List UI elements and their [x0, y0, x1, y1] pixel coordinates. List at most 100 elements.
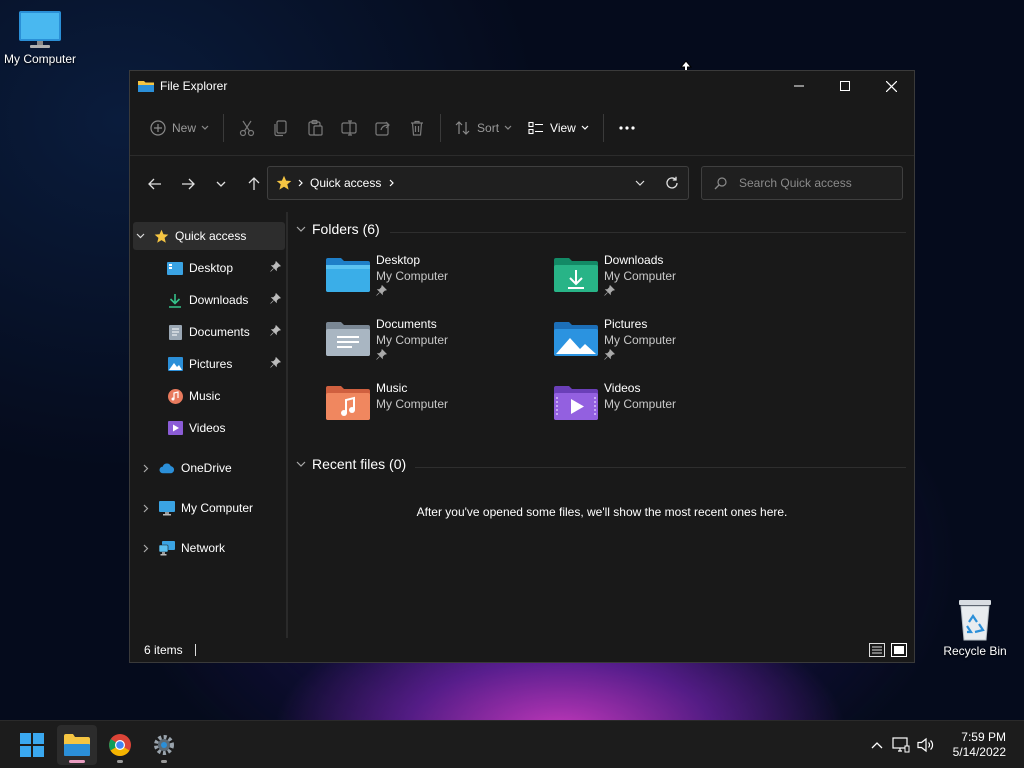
search-icon — [714, 176, 727, 189]
nav-item-label: Pictures — [189, 357, 233, 371]
nav-item-onedrive[interactable]: OneDrive — [139, 454, 285, 482]
details-view-icon — [869, 643, 885, 657]
breadcrumb-separator-icon — [298, 179, 303, 187]
video-icon — [167, 421, 183, 435]
more-options-button[interactable] — [610, 112, 644, 144]
desktop-icon-recycle-bin[interactable]: Recycle Bin — [935, 596, 1015, 658]
back-button[interactable] — [140, 169, 170, 199]
folder-tile-downloads[interactable]: Downloads My Computer — [554, 253, 764, 313]
folder-location: My Computer — [376, 333, 449, 347]
forward-button[interactable] — [173, 169, 203, 199]
refresh-icon — [666, 176, 678, 189]
star-icon — [154, 229, 168, 243]
recycle-bin-icon — [959, 600, 991, 641]
breadcrumb-quick-access[interactable]: Quick access — [310, 176, 381, 190]
nav-item-network[interactable]: Network — [139, 534, 285, 562]
documents-folder-icon — [326, 322, 370, 356]
folder-tile-documents[interactable]: Documents My Computer — [326, 317, 536, 377]
network-status-button[interactable] — [888, 737, 914, 753]
minimize-button[interactable] — [776, 71, 822, 101]
clock-date: 5/14/2022 — [952, 745, 1006, 759]
rename-icon — [341, 120, 357, 136]
chevron-down-icon — [504, 125, 512, 130]
address-history-button[interactable] — [624, 167, 656, 199]
folder-tile-videos[interactable]: Videos My Computer — [554, 381, 764, 441]
recent-locations-button[interactable] — [206, 169, 236, 199]
explorer-body: Quick access Desktop Downloads Documents… — [130, 212, 914, 638]
desktop-icon-label: My Computer — [3, 52, 77, 66]
download-arrow-icon — [169, 293, 181, 308]
view-button[interactable]: View — [520, 112, 597, 144]
nav-item-label: Quick access — [175, 229, 247, 243]
chevron-down-icon — [581, 125, 589, 130]
show-hidden-icons-button[interactable] — [866, 741, 888, 749]
paste-button[interactable] — [298, 112, 332, 144]
maximize-button[interactable] — [822, 71, 868, 101]
taskbar-file-explorer[interactable] — [57, 725, 97, 765]
refresh-button[interactable] — [656, 167, 688, 199]
share-button[interactable] — [366, 112, 400, 144]
recent-files-group-header[interactable]: Recent files (0) — [296, 456, 406, 472]
start-button[interactable] — [12, 725, 52, 765]
file-explorer-window: File Explorer New Sort View Quick access… — [129, 70, 915, 663]
chevron-up-icon — [871, 741, 883, 748]
folder-tile-pictures[interactable]: Pictures My Computer — [554, 317, 764, 377]
arrow-right-icon — [182, 178, 195, 190]
address-bar[interactable]: Quick access — [267, 166, 689, 200]
nav-item-my-computer[interactable]: My Computer — [139, 494, 285, 522]
nav-item-desktop[interactable]: Desktop — [167, 254, 285, 282]
details-view-button[interactable] — [868, 642, 886, 658]
share-icon — [375, 121, 390, 136]
folder-location: My Computer — [376, 397, 449, 411]
nav-item-pictures[interactable]: Pictures — [167, 350, 285, 378]
delete-button[interactable] — [400, 112, 434, 144]
search-input[interactable] — [739, 176, 889, 190]
recent-files-empty-message: After you've opened some files, we'll sh… — [416, 505, 788, 519]
chevron-down-icon — [635, 180, 645, 186]
search-box[interactable] — [701, 166, 903, 200]
network-icon — [159, 540, 175, 555]
folder-icon — [64, 734, 90, 756]
close-button[interactable] — [868, 71, 914, 101]
cut-button[interactable] — [230, 112, 264, 144]
nav-item-label: Documents — [189, 325, 250, 339]
tiles-view-button[interactable] — [890, 642, 908, 658]
taskbar: 7:59 PM 5/14/2022 — [0, 720, 1024, 768]
nav-item-label: Desktop — [189, 261, 234, 275]
maximize-icon — [840, 81, 850, 91]
downloads-folder-icon — [554, 258, 598, 292]
arrow-up-icon — [248, 177, 260, 190]
desktop-icon-my-computer[interactable]: My Computer — [0, 10, 80, 66]
nav-item-quick-access[interactable]: Quick access — [133, 222, 285, 250]
nav-item-music[interactable]: Music — [167, 382, 285, 410]
folder-name: Pictures — [604, 317, 648, 331]
title-bar[interactable]: File Explorer — [130, 71, 914, 101]
taskbar-clock[interactable]: 7:59 PM 5/14/2022 — [953, 730, 1006, 760]
pictures-folder-icon — [554, 322, 598, 356]
more-icon — [619, 126, 635, 130]
sort-button[interactable]: Sort — [447, 112, 520, 144]
breadcrumb-separator-icon — [389, 179, 395, 187]
nav-item-videos[interactable]: Videos — [167, 414, 285, 442]
folder-tile-desktop[interactable]: Desktop My Computer — [326, 253, 536, 313]
taskbar-chrome[interactable] — [100, 725, 140, 765]
rename-button[interactable] — [332, 112, 366, 144]
new-button[interactable]: New — [142, 112, 217, 144]
taskbar-settings[interactable] — [144, 725, 184, 765]
content-pane: Folders (6) Desktop My Computer Download… — [290, 212, 914, 638]
minimize-icon — [794, 85, 804, 87]
pin-icon — [270, 325, 281, 336]
up-button[interactable] — [239, 169, 269, 199]
copy-button[interactable] — [264, 112, 298, 144]
folders-group-header[interactable]: Folders (6) — [296, 221, 380, 237]
folder-tile-music[interactable]: Music My Computer — [326, 381, 536, 441]
folder-location: My Computer — [604, 397, 677, 411]
close-icon — [885, 80, 897, 92]
nav-item-documents[interactable]: Documents — [167, 318, 285, 346]
pin-icon — [604, 349, 615, 360]
group-divider — [390, 232, 906, 233]
nav-item-downloads[interactable]: Downloads — [167, 286, 285, 314]
volume-button[interactable] — [914, 737, 938, 753]
folder-name: Desktop — [376, 253, 421, 267]
active-app-indicator — [69, 760, 85, 763]
